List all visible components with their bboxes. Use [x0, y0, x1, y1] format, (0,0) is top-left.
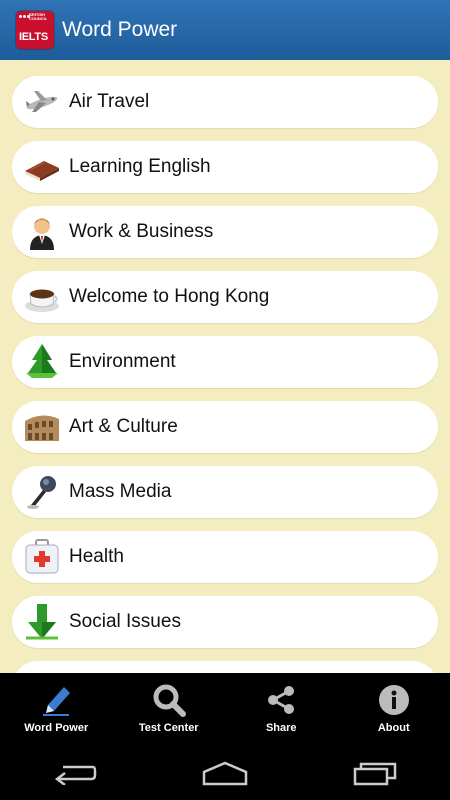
coffee-cup-icon	[22, 277, 62, 317]
topic-item-learning-english[interactable]: Learning English	[12, 141, 438, 193]
ielts-logo-icon: BRITISH COUNCIL IELTS	[16, 11, 54, 49]
home-button[interactable]	[195, 753, 255, 793]
tab-about[interactable]: About	[338, 673, 450, 745]
back-button[interactable]	[45, 753, 105, 793]
app-title: Word Power	[62, 18, 178, 41]
topic-item-partial[interactable]	[12, 661, 438, 673]
topic-item-air-travel[interactable]: Air Travel	[12, 76, 438, 128]
topic-label: Air Travel	[69, 91, 150, 112]
topic-label: Health	[69, 546, 124, 567]
system-nav-bar	[0, 745, 450, 800]
topic-item-environment[interactable]: Environment	[12, 336, 438, 388]
colosseum-icon	[22, 407, 62, 447]
topic-label: Social Issues	[69, 611, 181, 632]
back-icon	[54, 765, 97, 785]
first-aid-kit-icon	[22, 537, 62, 577]
topic-item-health[interactable]: Health	[12, 531, 438, 583]
tab-label: Word Power	[24, 722, 89, 734]
businessman-icon	[22, 212, 62, 252]
info-icon	[376, 682, 412, 718]
topic-label: Welcome to Hong Kong	[69, 286, 270, 307]
home-icon	[202, 761, 248, 785]
app-bar: BRITISH COUNCIL IELTS Word Power	[0, 0, 450, 60]
airplane-icon	[22, 82, 62, 122]
topic-item-social-issues[interactable]: Social Issues	[12, 596, 438, 648]
topic-item-mass-media[interactable]: Mass Media	[12, 466, 438, 518]
tab-test-center[interactable]: Test Center	[113, 673, 226, 745]
tab-label: Share	[265, 722, 297, 734]
topic-item-welcome-hong-kong[interactable]: Welcome to Hong Kong	[12, 271, 438, 323]
share-icon	[263, 682, 299, 718]
topic-label: Art & Culture	[69, 416, 178, 437]
topic-list: Air Travel Learning English Work & Busin…	[12, 76, 438, 673]
tab-label: Test Center	[138, 722, 199, 734]
down-arrow-icon	[22, 602, 62, 642]
topic-item-work-business[interactable]: Work & Business	[12, 206, 438, 258]
tab-share[interactable]: Share	[225, 673, 338, 745]
topic-label: Work & Business	[69, 221, 214, 242]
bottom-tab-bar: Word Power Test Center Share About	[0, 673, 450, 745]
recents-icon	[353, 762, 397, 785]
topic-item-art-culture[interactable]: Art & Culture	[12, 401, 438, 453]
topic-label: Mass Media	[69, 481, 172, 502]
book-icon	[22, 147, 62, 187]
tab-label: About	[377, 722, 410, 734]
topic-list-container[interactable]: Air Travel Learning English Work & Busin…	[0, 60, 450, 673]
search-icon	[151, 682, 187, 718]
microphone-icon	[22, 472, 62, 512]
topic-label: Learning English	[69, 156, 211, 177]
pencil-icon	[38, 682, 74, 718]
tab-word-power[interactable]: Word Power	[0, 673, 113, 745]
tree-icon	[22, 342, 62, 382]
topic-label: Environment	[69, 351, 176, 372]
recents-button[interactable]	[345, 753, 405, 793]
